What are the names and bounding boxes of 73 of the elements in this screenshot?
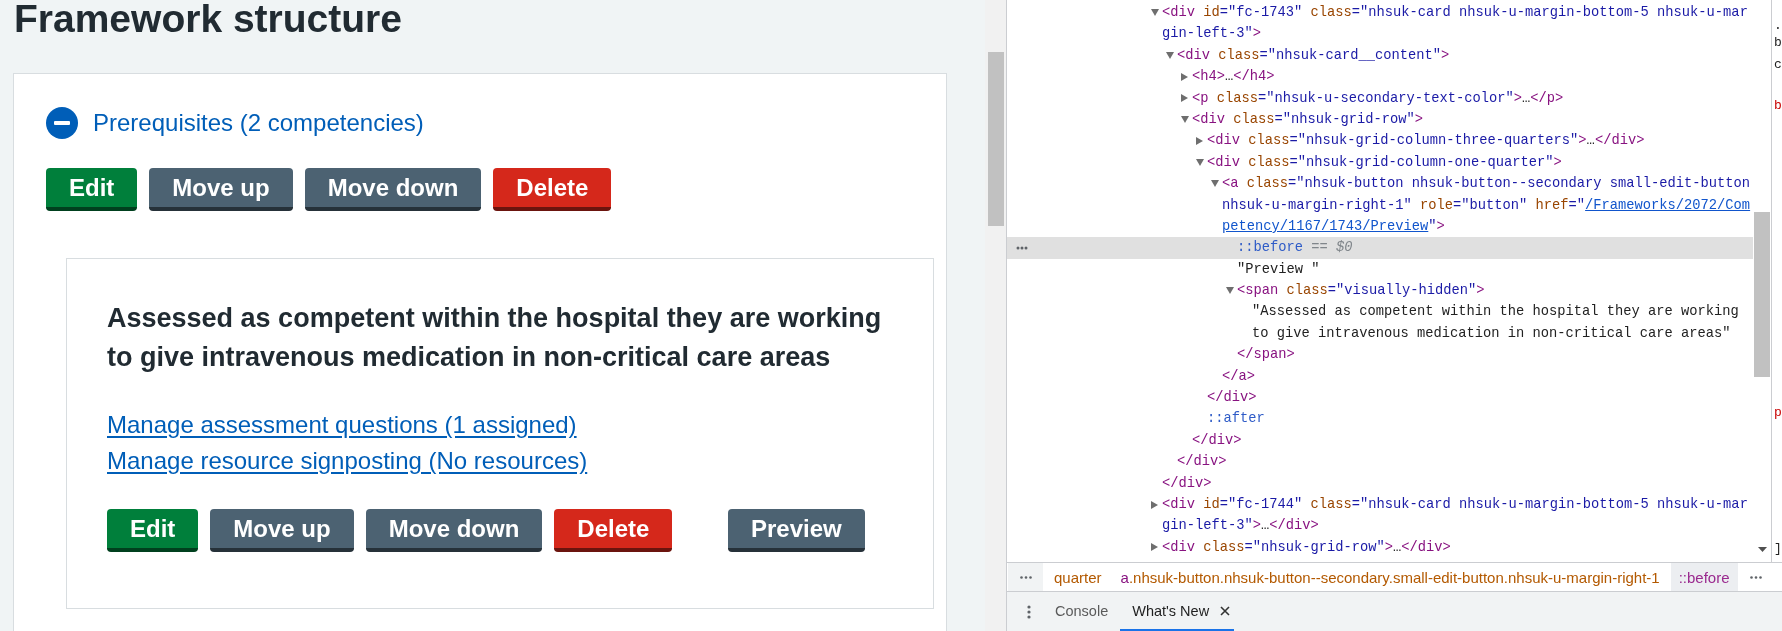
code-text: nhsuk-u-margin-right-1" role="button" href=" <box>1222 196 1586 215</box>
ellipsis-icon <box>1019 575 1032 579</box>
breadcrumb-item[interactable]: ::before <box>1670 563 1738 591</box>
text-node-line[interactable]: to give intravenous medication in non-critical care areas" <box>1252 322 1731 345</box>
style-rule-text: b <box>1774 35 1782 50</box>
secondary-button[interactable]: Preview <box>728 509 865 552</box>
text-link[interactable]: Manage assessment questions (1 assigned) <box>107 407 577 443</box>
competency-title: Assessed as competent within the hospital they are working to give intravenous medication in non-critical care areas <box>107 302 883 374</box>
dom-node-line[interactable]: <div id="fc-1744" class="nhsuk-card nhsuk-u-margin-bottom-5 nhsuk-u-mar <box>1162 494 1748 516</box>
caret-right-icon[interactable] <box>1196 137 1203 146</box>
scrollbar-thumb[interactable] <box>1754 212 1770 377</box>
more-options-icon[interactable] <box>1016 246 1028 250</box>
dom-node-line[interactable]: <div class="nhsuk-grid-row">…</div> <box>1162 536 1451 559</box>
dom-node-line[interactable]: <h4>…</h4> <box>1192 66 1275 88</box>
dom-node-line[interactable]: <span class="visually-hidden"> <box>1237 280 1485 302</box>
dom-node-line[interactable]: <p class="nhsuk-u-secondary-text-color">…</p> <box>1192 87 1564 109</box>
dom-node-line[interactable]: <a class="nhsuk-button nhsuk-button--secondary small-edit-button <box>1222 173 1751 195</box>
closing-tag-line[interactable]: </div> <box>1207 387 1257 409</box>
style-rule-text: c <box>1774 57 1782 72</box>
href-link[interactable]: /Frameworks/2072/Com <box>1585 194 1751 216</box>
caret-right-icon[interactable] <box>1151 543 1158 552</box>
text-node-line[interactable]: "Assessed as competent within the hospital they are working <box>1252 301 1739 323</box>
page-title: Framework structure <box>14 0 402 42</box>
pseudo-element-line[interactable]: ::after <box>1207 408 1265 430</box>
caret-down-icon[interactable] <box>1211 180 1219 188</box>
style-rule-text: b <box>1774 98 1782 113</box>
primary-button[interactable]: Edit <box>107 509 199 552</box>
dom-node-line[interactable]: <div id="fc-1743" class="nhsuk-card nhsuk-u-margin-bottom-5 nhsuk-u-mar <box>1162 2 1748 24</box>
dom-node-line[interactable]: <div class="nhsuk-grid-column-one-quarter"> <box>1207 151 1562 174</box>
minus-circle-icon[interactable] <box>46 107 78 139</box>
code-text: "> <box>1428 217 1445 236</box>
secondary-button[interactable]: Move down <box>304 168 482 211</box>
primary-button[interactable]: Edit <box>46 168 138 211</box>
drawer-tab[interactable]: Console <box>1043 592 1121 631</box>
style-rule-text: ] <box>1774 541 1782 556</box>
caret-down-icon[interactable] <box>1151 9 1159 17</box>
style-rule-text: . <box>1774 18 1782 33</box>
caret-down-icon[interactable] <box>1226 287 1234 295</box>
style-rule-text: p <box>1774 405 1782 420</box>
scrollbar-thumb[interactable] <box>988 52 1004 226</box>
caret-down-icon[interactable] <box>1181 116 1189 124</box>
dom-node-line[interactable]: gin-left-3">…</div> <box>1162 515 1319 537</box>
closing-tag-line[interactable]: </div> <box>1162 472 1212 494</box>
caret-right-icon[interactable] <box>1181 72 1188 81</box>
secondary-button[interactable]: Move up <box>210 509 354 552</box>
pseudo-element-line[interactable]: ::before == $0 <box>1237 237 1353 259</box>
dom-node-line[interactable]: <div class="nhsuk-card__content"> <box>1177 44 1450 67</box>
dom-node-line[interactable]: <div class="nhsuk-grid-row"> <box>1192 108 1424 131</box>
section-expander-link[interactable]: Prerequisites (2 competencies) <box>93 108 424 138</box>
caret-down-icon[interactable] <box>1166 51 1174 59</box>
closing-tag-line[interactable]: </div> <box>1192 429 1242 452</box>
warning-button[interactable]: Delete <box>493 168 612 211</box>
caret-right-icon[interactable] <box>1181 94 1188 103</box>
secondary-button[interactable]: Move down <box>365 509 543 552</box>
warning-button[interactable]: Delete <box>554 509 673 552</box>
closing-tag-line[interactable]: </span> <box>1237 344 1295 366</box>
breadcrumb-item[interactable]: a.nhsuk-button.nhsuk-button--secondary.small-edit-button.nhsuk-u-margin-right-1 <box>1112 563 1668 591</box>
ellipsis-icon[interactable] <box>1750 575 1762 579</box>
dom-node-line[interactable]: gin-left-3"> <box>1162 23 1262 45</box>
caret-right-icon[interactable] <box>1151 500 1158 509</box>
secondary-button[interactable]: Move up <box>149 168 293 211</box>
dom-node-line[interactable]: <div class="nhsuk-grid-column-three-quarters">…</div> <box>1207 130 1645 152</box>
close-icon[interactable] <box>1220 605 1231 616</box>
drawer-tab[interactable]: What's New <box>1120 592 1235 631</box>
text-node-line[interactable]: "Preview " <box>1237 258 1320 281</box>
caret-down-icon[interactable] <box>1196 158 1204 166</box>
closing-tag-line[interactable]: </div> <box>1177 451 1227 473</box>
more-menu-icon[interactable] <box>1027 604 1031 619</box>
breadcrumb-item[interactable]: quarter <box>1046 563 1110 591</box>
closing-tag-line[interactable]: </a> <box>1222 365 1255 388</box>
href-link[interactable]: petency/1167/1743/Preview <box>1222 215 1429 238</box>
scroll-down-arrow-icon[interactable] <box>1757 547 1767 552</box>
text-link[interactable]: Manage resource signposting (No resources) <box>107 443 588 479</box>
